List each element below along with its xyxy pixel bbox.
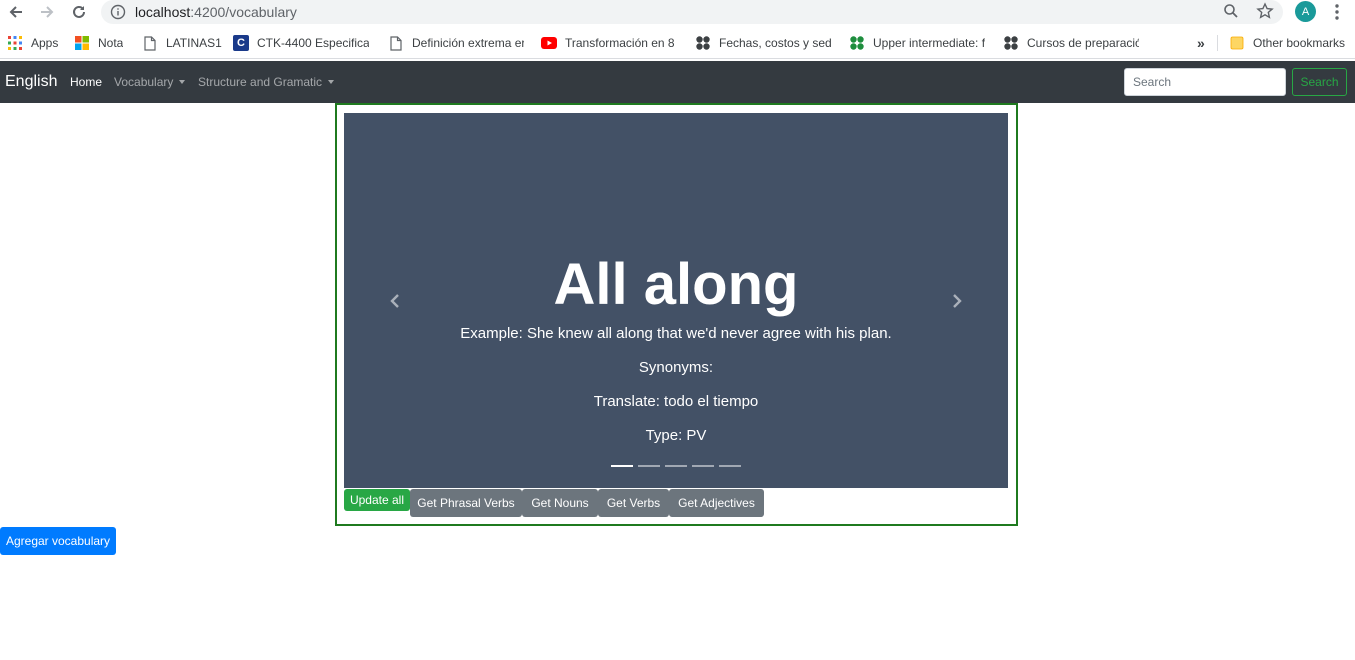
folder-icon [1229,35,1245,51]
nav-home[interactable]: Home [70,75,102,89]
vocabulary-carousel: All along Example: She knew all along th… [344,113,1008,488]
bookmark-transformacion[interactable]: Transformación en 8 c [541,34,677,52]
bookmark-nota[interactable]: Nota [74,34,130,52]
address-bar[interactable]: localhost:4200/vocabulary [101,0,1283,24]
url-path: :4200/vocabulary [190,4,297,20]
bookmark-label: Apps [31,36,59,50]
bookmark-label: LATINAS1 [166,36,222,50]
search-button[interactable]: Search [1292,68,1347,96]
bookmark-upper-intermediate[interactable]: Upper intermediate: f [849,34,985,52]
microsoft-icon [74,35,90,51]
bookmark-label: Nota [98,36,124,50]
nav-structure-dropdown[interactable]: Structure and Gramatic [198,75,335,89]
bookmark-label: Transformación en 8 c [565,36,677,50]
browser-menu-icon[interactable] [1327,3,1347,21]
vocabulary-synonyms: Synonyms: [638,359,714,376]
bookmark-cursos[interactable]: Cursos de preparació [1003,34,1139,52]
vocabulary-type: Type: PV [645,427,707,444]
clover-icon [1003,35,1019,51]
carousel-indicators [611,465,746,469]
carousel-indicator[interactable] [719,465,741,467]
app-navbar: English Home Vocabulary Structure and Gr… [0,61,1355,103]
bookmark-ctk4400[interactable]: C CTK-4400 Especificac [233,34,369,52]
browser-toolbar: localhost:4200/vocabulary A [0,0,1355,25]
reload-icon[interactable] [66,0,92,24]
bookmarks-bar: Apps Nota LATINAS1 C CTK-4400 Especifica… [0,27,1355,59]
bookmark-label: CTK-4400 Especificac [257,36,369,50]
bookmark-apps[interactable]: Apps [7,34,67,52]
vocabulary-translate: Translate: todo el tiempo [593,393,759,410]
carousel-indicator[interactable] [692,465,714,467]
nav-vocabulary-dropdown[interactable]: Vocabulary [114,75,186,89]
bookmark-latinas1[interactable]: LATINAS1 [142,34,222,52]
bookmark-label: Cursos de preparació [1027,36,1139,50]
navbar-brand[interactable]: English [5,73,57,91]
bookmarks-overflow[interactable]: » [1197,34,1211,52]
bookmark-label: Definición extrema er [412,36,524,50]
info-icon[interactable] [110,4,126,25]
url-text: localhost:4200/vocabulary [135,4,297,20]
apps-grid-icon [7,35,23,51]
bookmark-star-icon[interactable] [1256,2,1274,25]
url-host: localhost [135,4,191,20]
bookmarks-divider [1217,35,1218,51]
other-bookmarks-label: Other bookmarks [1253,36,1346,50]
carousel-indicator[interactable] [638,465,660,467]
get-phrasal-verbs-button[interactable]: Get Phrasal Verbs [410,489,522,517]
other-bookmarks[interactable]: Other bookmarks [1229,34,1349,52]
nav-vocabulary-label: Vocabulary [114,75,174,89]
c-logo-icon: C [233,35,249,51]
carousel-indicator[interactable] [611,465,633,467]
zoom-icon[interactable] [1223,3,1239,24]
search-input[interactable] [1124,68,1286,96]
back-arrow-icon[interactable] [3,0,29,24]
vocabulary-example: Example: She knew all along that we'd ne… [460,325,892,342]
add-vocabulary-button[interactable]: Agregar vocabulary [0,527,116,555]
profile-avatar[interactable]: A [1295,1,1316,22]
caret-down-icon [179,80,186,84]
nav-structure-label: Structure and Gramatic [198,75,323,89]
page-icon [142,35,158,51]
clover-icon [695,35,711,51]
get-verbs-button[interactable]: Get Verbs [598,489,669,517]
bookmark-definicion[interactable]: Definición extrema er [388,34,524,52]
carousel-indicator[interactable] [665,465,687,467]
bookmark-label: Fechas, costos y sede [719,36,831,50]
update-all-button[interactable]: Update all [344,489,410,511]
clover-green-icon [849,35,865,51]
get-adjectives-button[interactable]: Get Adjectives [669,489,764,517]
get-nouns-button[interactable]: Get Nouns [522,489,598,517]
bookmark-fechas[interactable]: Fechas, costos y sede [695,34,831,52]
vocabulary-word: All along [553,252,799,317]
bookmark-label: Upper intermediate: f [873,36,985,50]
caret-down-icon [328,80,335,84]
forward-arrow-icon[interactable] [34,0,60,24]
page-icon [388,35,404,51]
youtube-icon [541,35,557,51]
